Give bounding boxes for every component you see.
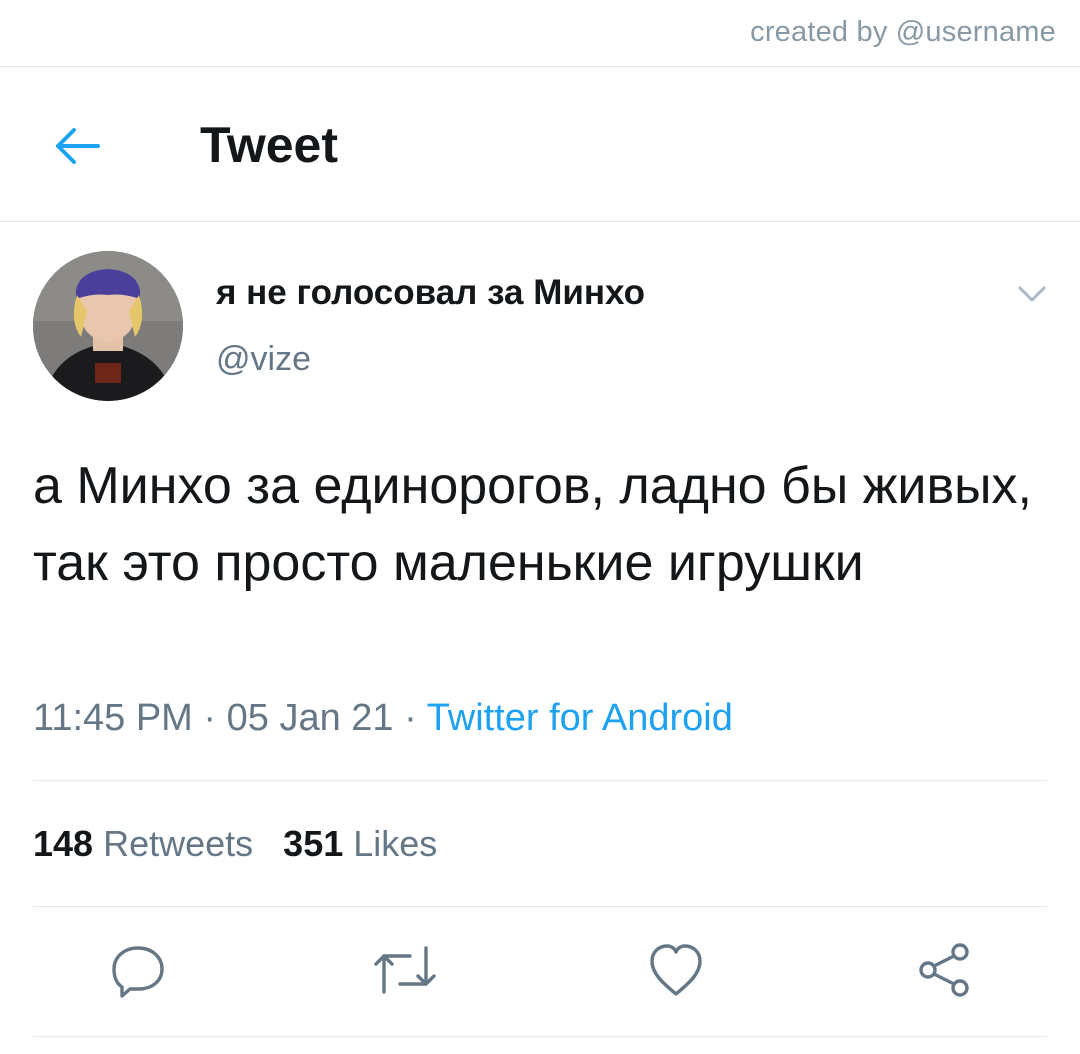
credit-text: created by @username xyxy=(750,16,1056,48)
divider xyxy=(33,780,1047,781)
tweet-source-link[interactable]: Twitter for Android xyxy=(427,697,733,739)
header-bar: Tweet xyxy=(0,66,1080,221)
divider xyxy=(33,906,1047,907)
tweet-time[interactable]: 11:45 PM xyxy=(33,697,193,739)
like-icon xyxy=(650,944,702,996)
page-title: Tweet xyxy=(200,117,338,173)
retweets-count: 148 xyxy=(33,823,94,864)
user-handle[interactable]: @vize xyxy=(216,340,311,379)
retweet-button[interactable] xyxy=(372,940,436,1000)
retweets-stat[interactable]: 148 Retweets xyxy=(33,823,253,864)
likes-stat[interactable]: 351 Likes xyxy=(283,823,437,864)
like-button[interactable] xyxy=(646,940,706,1000)
avatar[interactable] xyxy=(33,251,183,401)
retweets-label: Retweets xyxy=(103,823,254,864)
retweet-icon xyxy=(374,946,436,994)
meta-separator: · xyxy=(393,697,427,739)
likes-count: 351 xyxy=(283,823,344,864)
more-options-button[interactable] xyxy=(1014,282,1050,306)
share-button[interactable] xyxy=(914,940,974,1000)
tweet-stats: 148 Retweets 351 Likes xyxy=(33,823,437,865)
tweet-meta: 11:45 PM · 05 Jan 21 · Twitter for Andro… xyxy=(33,697,733,740)
reply-button[interactable] xyxy=(108,940,168,1000)
likes-label: Likes xyxy=(353,823,438,864)
meta-separator: · xyxy=(192,697,227,739)
header-divider xyxy=(0,221,1080,222)
avatar-image xyxy=(33,251,183,401)
share-icon xyxy=(919,943,969,997)
display-name[interactable]: я не голосовал за Минхо xyxy=(216,273,645,313)
divider xyxy=(33,1036,1047,1037)
tweet-text: а Минхо за единорогов, ладно бы живых, т… xyxy=(33,457,1032,592)
chevron-down-icon xyxy=(1018,286,1046,302)
arrow-left-icon xyxy=(56,128,100,164)
back-button[interactable] xyxy=(50,124,104,168)
tweet-date[interactable]: 05 Jan 21 xyxy=(227,697,394,739)
reply-icon xyxy=(112,946,164,998)
